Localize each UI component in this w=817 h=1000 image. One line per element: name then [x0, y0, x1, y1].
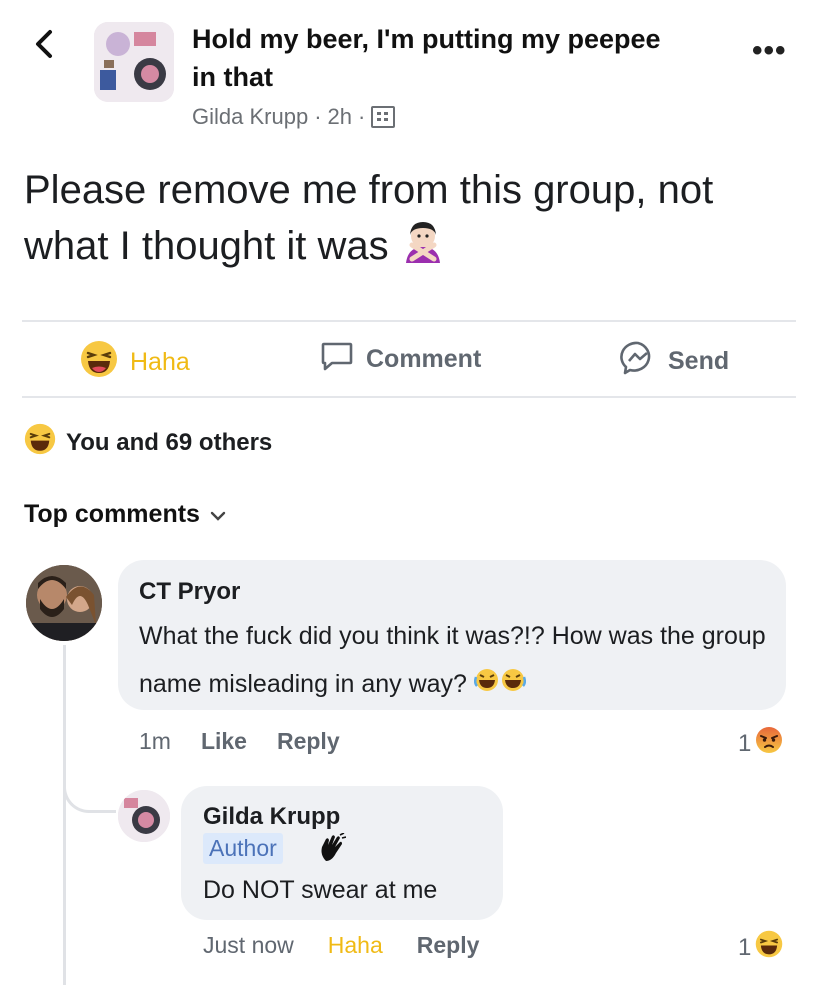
group-avatar[interactable]: [94, 22, 174, 102]
comment-time: Just now: [203, 932, 294, 958]
haha-icon: [755, 930, 783, 965]
wave-icon: [318, 832, 347, 868]
comment-button[interactable]: Comment: [320, 340, 481, 379]
reply-button[interactable]: Reply: [417, 932, 480, 959]
laughing-emoji-icon: [473, 661, 526, 709]
reaction-count-value: 1: [738, 729, 752, 757]
more-icon[interactable]: •••: [752, 34, 787, 68]
messenger-icon: [620, 340, 656, 383]
send-label: Send: [668, 347, 730, 375]
globe-icon: [371, 106, 396, 128]
comment-time: 1m: [139, 728, 171, 754]
avatar[interactable]: [26, 565, 102, 641]
comment-text: What the fuck did you think it was?!? Ho…: [139, 612, 779, 709]
divider-top: [22, 320, 796, 322]
author-badge: Author: [203, 833, 283, 864]
author-name[interactable]: Gilda Krupp: [192, 104, 308, 130]
thread-line: [63, 645, 66, 985]
post-text: Please remove me from this group, not wh…: [24, 162, 804, 278]
post-meta: Gilda Krupp · 2h ·: [192, 104, 396, 130]
chevron-down-icon: [210, 500, 226, 529]
comment-label: Comment: [366, 345, 482, 373]
comments-sort-dropdown[interactable]: Top comments: [24, 500, 226, 529]
comments-sort-label: Top comments: [24, 500, 200, 528]
commenter-name[interactable]: Gilda Krupp: [203, 803, 340, 831]
comment-body: What the fuck did you think it was?!? Ho…: [139, 622, 766, 698]
like-button[interactable]: Like: [201, 728, 247, 755]
haha-icon: [80, 340, 118, 385]
comment-text: Do NOT swear at me: [203, 876, 438, 904]
comment-icon: [320, 340, 354, 379]
haha-reaction-button[interactable]: Haha: [328, 932, 383, 959]
gesture-emoji-icon: [400, 219, 446, 278]
comment-actions: 1m Like Reply: [139, 728, 340, 755]
thread-connector: [63, 770, 116, 813]
post-time[interactable]: 2h: [328, 104, 352, 130]
haha-label: Haha: [130, 348, 190, 376]
avatar[interactable]: [118, 790, 170, 842]
reactions-summary[interactable]: You and 69 others: [24, 423, 272, 462]
post-body: Please remove me from this group, not wh…: [24, 168, 714, 268]
meta-separator-2: ·: [358, 104, 366, 129]
meta-separator: ·: [314, 104, 322, 129]
haha-button[interactable]: Haha: [80, 340, 190, 385]
angry-icon: [755, 726, 783, 761]
reactions-text: You and 69 others: [66, 428, 273, 456]
haha-icon: [24, 423, 56, 462]
back-arrow-icon[interactable]: [32, 26, 58, 70]
reply-button[interactable]: Reply: [277, 728, 340, 755]
group-title[interactable]: Hold my beer, I'm putting my peepee in t…: [192, 20, 662, 96]
reaction-count-value: 1: [738, 933, 752, 961]
reaction-count[interactable]: 1: [738, 726, 783, 761]
divider-bottom: [22, 396, 796, 398]
send-button[interactable]: Send: [620, 340, 729, 383]
commenter-name[interactable]: CT Pryor: [139, 578, 240, 606]
comment-actions: Just now Haha Reply: [203, 932, 479, 959]
reaction-count[interactable]: 1: [738, 930, 783, 965]
